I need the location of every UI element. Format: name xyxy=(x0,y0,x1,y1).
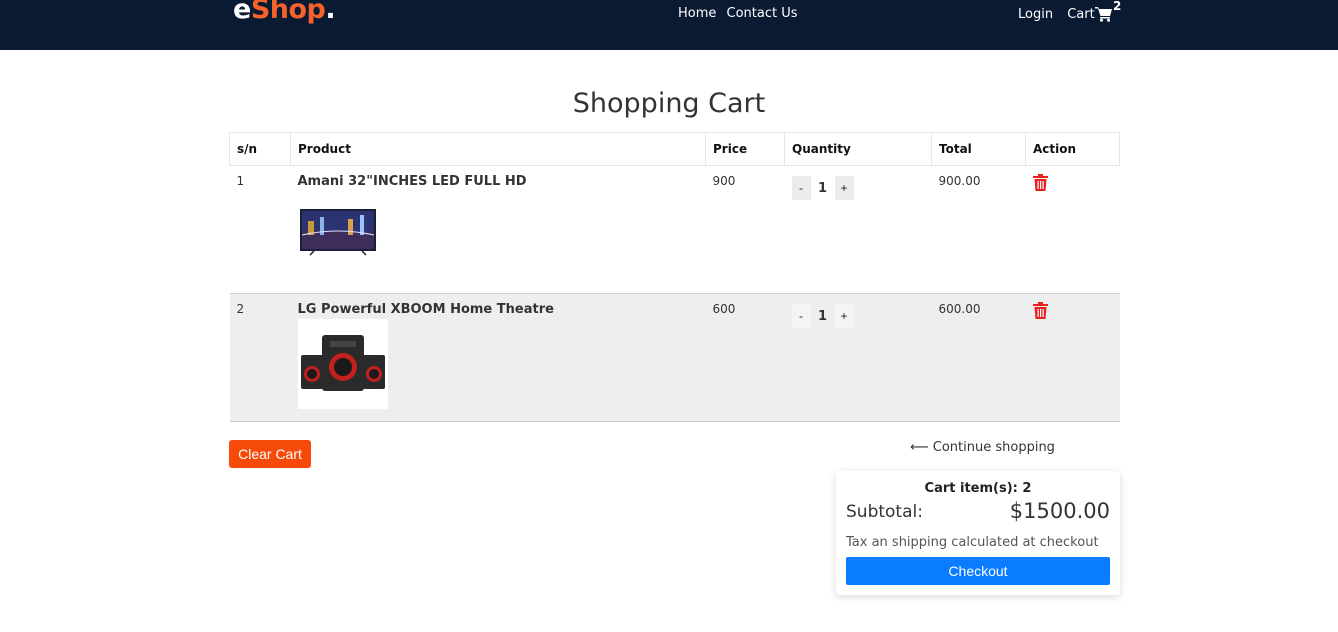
logo-e: e xyxy=(233,0,251,25)
col-sn: s/n xyxy=(229,132,291,166)
qty-value: 1 xyxy=(817,308,828,324)
col-action: Action xyxy=(1025,132,1120,166)
cart-link-label: Cart xyxy=(1067,7,1095,22)
cart-icon xyxy=(1094,7,1112,22)
tv-image xyxy=(299,209,376,256)
row-sn: 2 xyxy=(229,293,291,422)
col-product: Product xyxy=(290,132,706,166)
logo-shop: Shop xyxy=(250,0,326,25)
product-cell: LG Powerful XBOOM Home Theatre xyxy=(290,293,706,422)
cart-summary-card: Cart item(s): 2 Subtotal: $1500.00 Tax a… xyxy=(836,471,1120,595)
row-price: 600 xyxy=(705,293,785,422)
quantity-cell: - 1 + xyxy=(784,293,932,422)
col-quantity: Quantity xyxy=(784,132,932,166)
nav-contact-link[interactable]: Contact Us xyxy=(727,6,798,21)
logo[interactable]: eShop. xyxy=(233,0,336,26)
quantity-cell: - 1 + xyxy=(784,165,932,294)
checkout-button[interactable]: Checkout xyxy=(846,557,1110,585)
clear-cart-button[interactable]: Clear Cart xyxy=(229,440,311,468)
row-sn: 1 xyxy=(229,165,291,294)
row-price: 900 xyxy=(705,165,785,294)
increase-qty-button[interactable]: + xyxy=(834,304,854,328)
subtotal-value: $1500.00 xyxy=(1009,499,1110,523)
cart-items-count: Cart item(s): 2 xyxy=(924,481,1032,496)
action-cell xyxy=(1025,293,1120,422)
nav-home-link[interactable]: Home xyxy=(678,6,716,21)
table-row: 2 LG Powerful XBOOM Home Theatre 600 - 1… xyxy=(229,293,1120,422)
table-row: 1 Amani 32"INCHES LED FULL HD 900 - 1 + … xyxy=(229,165,1120,294)
continue-shopping-link[interactable]: ⟵ Continue shopping xyxy=(910,440,1055,455)
trash-icon[interactable] xyxy=(1032,174,1048,191)
top-navbar: eShop. Home Contact Us Login Cart 2 xyxy=(0,0,1338,50)
decrease-qty-button[interactable]: - xyxy=(791,176,811,200)
quantity-stepper: - 1 + xyxy=(791,176,925,200)
product-name: Amani 32"INCHES LED FULL HD xyxy=(297,174,527,189)
product-cell: Amani 32"INCHES LED FULL HD xyxy=(290,165,706,294)
cart-count-badge: 2 xyxy=(1113,0,1122,13)
account-nav: Login Cart 2 xyxy=(1018,0,1121,22)
login-link[interactable]: Login xyxy=(1018,7,1053,22)
increase-qty-button[interactable]: + xyxy=(834,176,854,200)
table-header-row: s/n Product Price Quantity Total Action xyxy=(229,132,1120,166)
row-total: 600.00 xyxy=(931,293,1026,422)
speaker-image xyxy=(297,319,388,409)
page-title: Shopping Cart xyxy=(572,88,766,119)
cart-link[interactable]: Cart 2 xyxy=(1067,0,1121,22)
product-name: LG Powerful XBOOM Home Theatre xyxy=(297,302,554,317)
quantity-stepper: - 1 + xyxy=(791,304,925,328)
cart-table: s/n Product Price Quantity Total Action … xyxy=(229,132,1120,422)
tax-note: Tax an shipping calculated at checkout xyxy=(846,535,1099,550)
col-total: Total xyxy=(931,132,1026,166)
main-nav: Home Contact Us xyxy=(678,6,804,21)
qty-value: 1 xyxy=(817,180,828,196)
col-price: Price xyxy=(705,132,785,166)
logo-dot: . xyxy=(325,0,336,25)
subtotal-label: Subtotal: xyxy=(846,502,923,522)
action-cell xyxy=(1025,165,1120,294)
row-total: 900.00 xyxy=(931,165,1026,294)
trash-icon[interactable] xyxy=(1032,302,1048,319)
decrease-qty-button[interactable]: - xyxy=(791,304,811,328)
